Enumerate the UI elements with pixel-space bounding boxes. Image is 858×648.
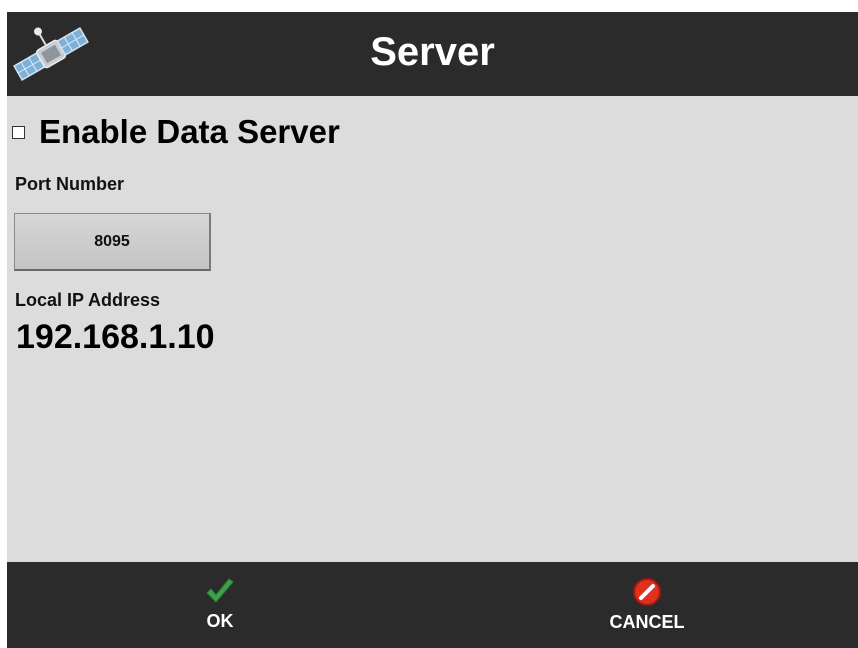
ok-label: OK <box>206 611 234 631</box>
port-number-label: Port Number <box>15 174 125 194</box>
server-dialog: Server Enable Data Server Port Number 80… <box>7 12 858 648</box>
port-number-button[interactable]: 8095 <box>14 213 211 271</box>
cancel-button[interactable]: CANCEL <box>547 562 747 648</box>
checkmark-icon <box>205 578 235 608</box>
cancel-label: CANCEL <box>609 612 685 632</box>
enable-data-server-row[interactable]: Enable Data Server <box>12 112 340 152</box>
enable-data-server-checkbox[interactable] <box>12 125 25 139</box>
cancel-icon <box>632 577 662 609</box>
button-bar: OK CANCEL <box>7 562 858 648</box>
ok-button[interactable]: OK <box>120 562 320 648</box>
title-bar: Server <box>7 12 858 96</box>
local-ip-value: 192.168.1.10 <box>16 318 215 356</box>
dialog-title: Server <box>370 30 495 74</box>
local-ip-label: Local IP Address <box>15 290 161 310</box>
enable-data-server-label: Enable Data Server <box>39 113 340 150</box>
